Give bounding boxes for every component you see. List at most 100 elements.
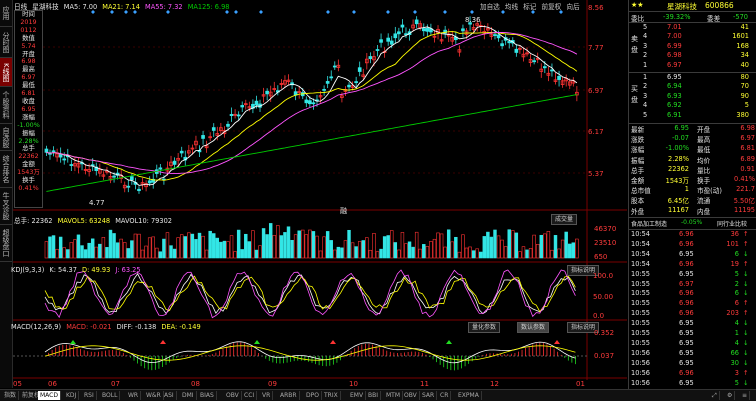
tab-expma[interactable]: EXPMA bbox=[456, 391, 482, 400]
nav-item-stock-info[interactable]: 个股资料 bbox=[0, 87, 12, 124]
volume-bar bbox=[311, 231, 316, 259]
tab-rsi[interactable]: RSI bbox=[82, 391, 97, 400]
tab-obv[interactable]: OBV bbox=[402, 391, 420, 400]
fq-button[interactable]: 前复权 bbox=[541, 3, 561, 11]
tab-arbr[interactable]: ARBR bbox=[278, 391, 300, 400]
buy-row[interactable]: 2 6.94 70 bbox=[629, 82, 756, 91]
tick-price: 6.95 bbox=[679, 319, 694, 328]
volume-bar bbox=[240, 249, 244, 259]
settings-icon[interactable]: ⚙ bbox=[725, 391, 736, 400]
tab-wr[interactable]: WR bbox=[126, 391, 142, 400]
tab-cci[interactable]: CCI bbox=[242, 391, 258, 400]
volume-bar bbox=[528, 248, 533, 259]
candle-body bbox=[229, 114, 234, 117]
tick-time: 10:54 bbox=[631, 249, 651, 258]
tab-macd[interactable]: MACD bbox=[38, 391, 61, 400]
stat-value: 11167 bbox=[668, 205, 689, 214]
nav-item-ranking[interactable]: 综合排名 bbox=[0, 151, 12, 188]
add-watchlist-button[interactable]: 加自选 bbox=[480, 3, 500, 11]
tab-mtm[interactable]: MTM bbox=[384, 391, 404, 400]
tab-dpo[interactable]: DPO bbox=[304, 391, 322, 400]
tab-vr[interactable]: VR bbox=[260, 391, 274, 400]
default-params-button[interactable]: 数认参数 bbox=[517, 322, 550, 333]
kdj-tick: 100.0 bbox=[593, 272, 614, 280]
tab-asi[interactable]: ASI bbox=[162, 391, 177, 400]
volume-bar bbox=[247, 241, 252, 259]
tick-price: 6.96 bbox=[679, 309, 694, 318]
tab-kdj[interactable]: KDJ bbox=[64, 391, 80, 400]
tab-trix[interactable]: TRIX bbox=[322, 391, 341, 400]
sell-row[interactable]: 3 6.99 168 bbox=[629, 42, 756, 51]
ma-button[interactable]: 均线 bbox=[505, 3, 518, 11]
sell-row[interactable]: 5 7.01 41 bbox=[629, 23, 756, 32]
tick-price: 6.96 bbox=[679, 289, 694, 298]
volume-bar bbox=[80, 245, 84, 259]
tab-bias[interactable]: BIAS bbox=[198, 391, 217, 400]
tick-row: 10:55 6.96 203 ↑ bbox=[629, 309, 756, 318]
industry-compare-link[interactable]: 同行业比较 bbox=[717, 219, 747, 228]
tab-指数[interactable]: 指数 bbox=[2, 391, 20, 400]
buy-row[interactable]: 3 6.93 90 bbox=[629, 92, 756, 101]
tick-volume: 203 bbox=[726, 309, 739, 318]
industry-name[interactable]: 食品加工制造 bbox=[631, 219, 667, 228]
tab-w&r[interactable]: W&R bbox=[144, 391, 164, 400]
volume-bar bbox=[365, 237, 369, 259]
tab-obv[interactable]: OBV bbox=[224, 391, 242, 400]
tab-bbi[interactable]: BBI bbox=[366, 391, 382, 400]
nav-item-timeshare[interactable]: 分时图 bbox=[0, 27, 12, 58]
tab-sar[interactable]: SAR bbox=[420, 391, 438, 400]
sell-row[interactable]: 4 7.00 1601 bbox=[629, 32, 756, 41]
volume-bar bbox=[454, 236, 458, 259]
macd-cross-icon bbox=[160, 340, 166, 344]
tick-row: 10:54 6.95 6 ↓ bbox=[629, 250, 756, 259]
nav-item-kline[interactable]: K线图 bbox=[0, 58, 12, 87]
star-icon[interactable]: ★★ bbox=[631, 1, 644, 9]
volume-bar bbox=[176, 237, 180, 259]
tick-list[interactable]: 10:54 6.96 36 ↑ 10:54 6.96 101 ↑ 10:54 6.95 6 ↓ 10:5… bbox=[629, 230, 756, 390]
stat-value: 2.28% bbox=[668, 154, 689, 163]
menu-icon[interactable]: ≡ bbox=[740, 391, 751, 400]
volume-bar bbox=[90, 238, 95, 259]
buy-price: 6.95 bbox=[667, 73, 682, 81]
chart-area[interactable]: 日线 星湖科技 MA5: 7.00 MA21: 7.14 MA55: 7.32 … bbox=[11, 0, 627, 388]
volume-bar bbox=[493, 229, 497, 259]
mark-button[interactable]: 标记 bbox=[523, 3, 536, 11]
buy-row[interactable]: 5 6.91 380 bbox=[629, 111, 756, 120]
volume-bar bbox=[66, 249, 70, 259]
price-tick: 5.37 bbox=[588, 170, 604, 178]
nav-item-super-quote[interactable]: 超级盘口 bbox=[0, 225, 12, 262]
down-arrow-icon: ↓ bbox=[743, 348, 749, 357]
buy-row[interactable]: 1 6.95 80 bbox=[629, 73, 756, 82]
up-arrow-icon: ↑ bbox=[743, 299, 749, 308]
nav-item-diagnosis[interactable]: 牛叉诊股 bbox=[0, 188, 12, 225]
sell-row[interactable]: 2 6.98 34 bbox=[629, 51, 756, 60]
stat-value: 0.41% bbox=[734, 175, 755, 183]
sell-row[interactable]: 1 6.97 40 bbox=[629, 61, 756, 70]
nav-item-watchlist[interactable]: 自选股 bbox=[0, 124, 12, 151]
candle-body bbox=[158, 167, 163, 170]
quant-params-button[interactable]: 量化参数 bbox=[468, 322, 501, 333]
candle-body bbox=[550, 69, 554, 72]
stat-row: 总手 22362 量比 0.91 bbox=[629, 165, 756, 175]
tab-boll[interactable]: BOLL bbox=[100, 391, 121, 400]
backward-button[interactable]: 向后 bbox=[566, 3, 579, 11]
candle-body bbox=[172, 160, 177, 165]
tab-cr[interactable]: CR bbox=[438, 391, 452, 400]
tick-row: 10:55 6.97 2 ↓ bbox=[629, 280, 756, 289]
tab-dmi[interactable]: DMI bbox=[180, 391, 197, 400]
tick-price: 6.96 bbox=[679, 299, 694, 308]
industry-row: 食品加工制造 -0.05% 同行业比较 bbox=[629, 219, 756, 228]
buy-row[interactable]: 4 6.92 5 bbox=[629, 101, 756, 110]
volume-dropdown-button[interactable]: 成交量 bbox=[551, 214, 578, 225]
tab-emv[interactable]: EMV bbox=[348, 391, 367, 400]
expand-icon[interactable]: ⤢ bbox=[710, 391, 720, 400]
volume-bar bbox=[390, 230, 394, 259]
stat-label: 最新 bbox=[631, 126, 645, 134]
volume-bar bbox=[532, 234, 536, 259]
nav-item-apps[interactable]: 应用 bbox=[0, 0, 12, 27]
candle-body bbox=[543, 66, 547, 69]
volume-bar bbox=[48, 236, 52, 259]
tick-row: 10:56 6.95 66 ↓ bbox=[629, 349, 756, 358]
stat-label: 总手 bbox=[631, 166, 645, 175]
weibi-row: 委比 -39.32% 委差 -570 bbox=[629, 13, 756, 23]
